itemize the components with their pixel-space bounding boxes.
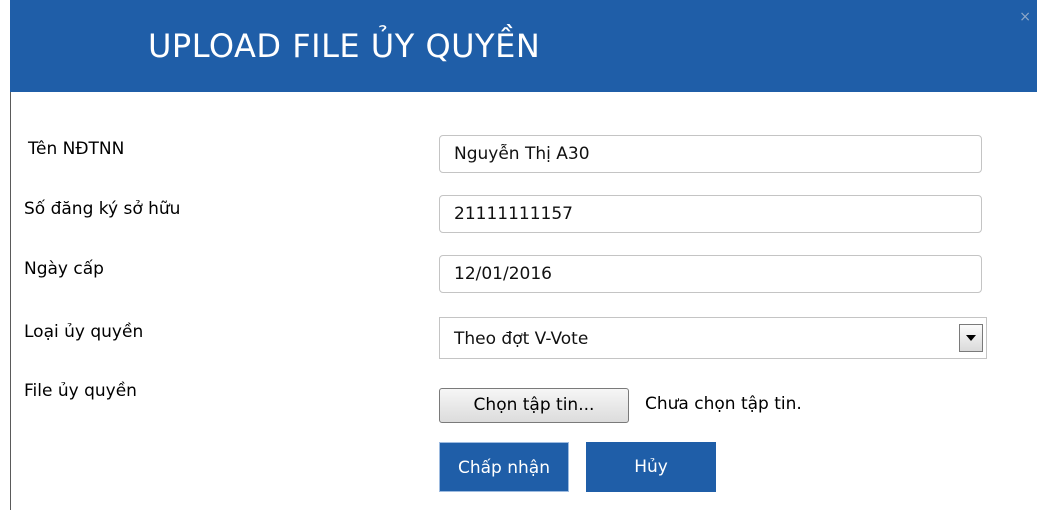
ownership-number-label: Số đăng ký sở hữu: [24, 199, 181, 219]
authorization-file-label: File ủy quyền: [24, 381, 137, 401]
choose-file-button[interactable]: Chọn tập tin...: [439, 388, 629, 423]
file-status-text: Chưa chọn tập tin.: [645, 394, 802, 414]
upload-dialog: UPLOAD FILE ỦY QUYỀN × Tên NĐTNN Nguyễn …: [0, 0, 1037, 510]
investor-name-label: Tên NĐTNN: [28, 139, 125, 159]
dialog-title: UPLOAD FILE ỦY QUYỀN: [148, 27, 541, 65]
issue-date-field[interactable]: 12/01/2016: [439, 255, 982, 293]
accept-button[interactable]: Chấp nhận: [439, 442, 569, 492]
ownership-number-field[interactable]: 21111111157: [439, 195, 982, 233]
dropdown-arrow-icon[interactable]: [959, 324, 983, 352]
investor-name-field[interactable]: Nguyễn Thị A30: [439, 135, 982, 173]
issue-date-label: Ngày cấp: [24, 259, 104, 279]
cancel-button[interactable]: Hủy: [586, 442, 716, 492]
close-icon[interactable]: ×: [1019, 10, 1031, 24]
authorization-type-select[interactable]: Theo đợt V-Vote: [439, 317, 987, 359]
dialog-left-border: [10, 92, 11, 510]
authorization-type-value: Theo đợt V-Vote: [454, 329, 589, 349]
authorization-type-label: Loại ủy quyền: [24, 322, 144, 342]
dialog-header: UPLOAD FILE ỦY QUYỀN ×: [10, 0, 1037, 92]
